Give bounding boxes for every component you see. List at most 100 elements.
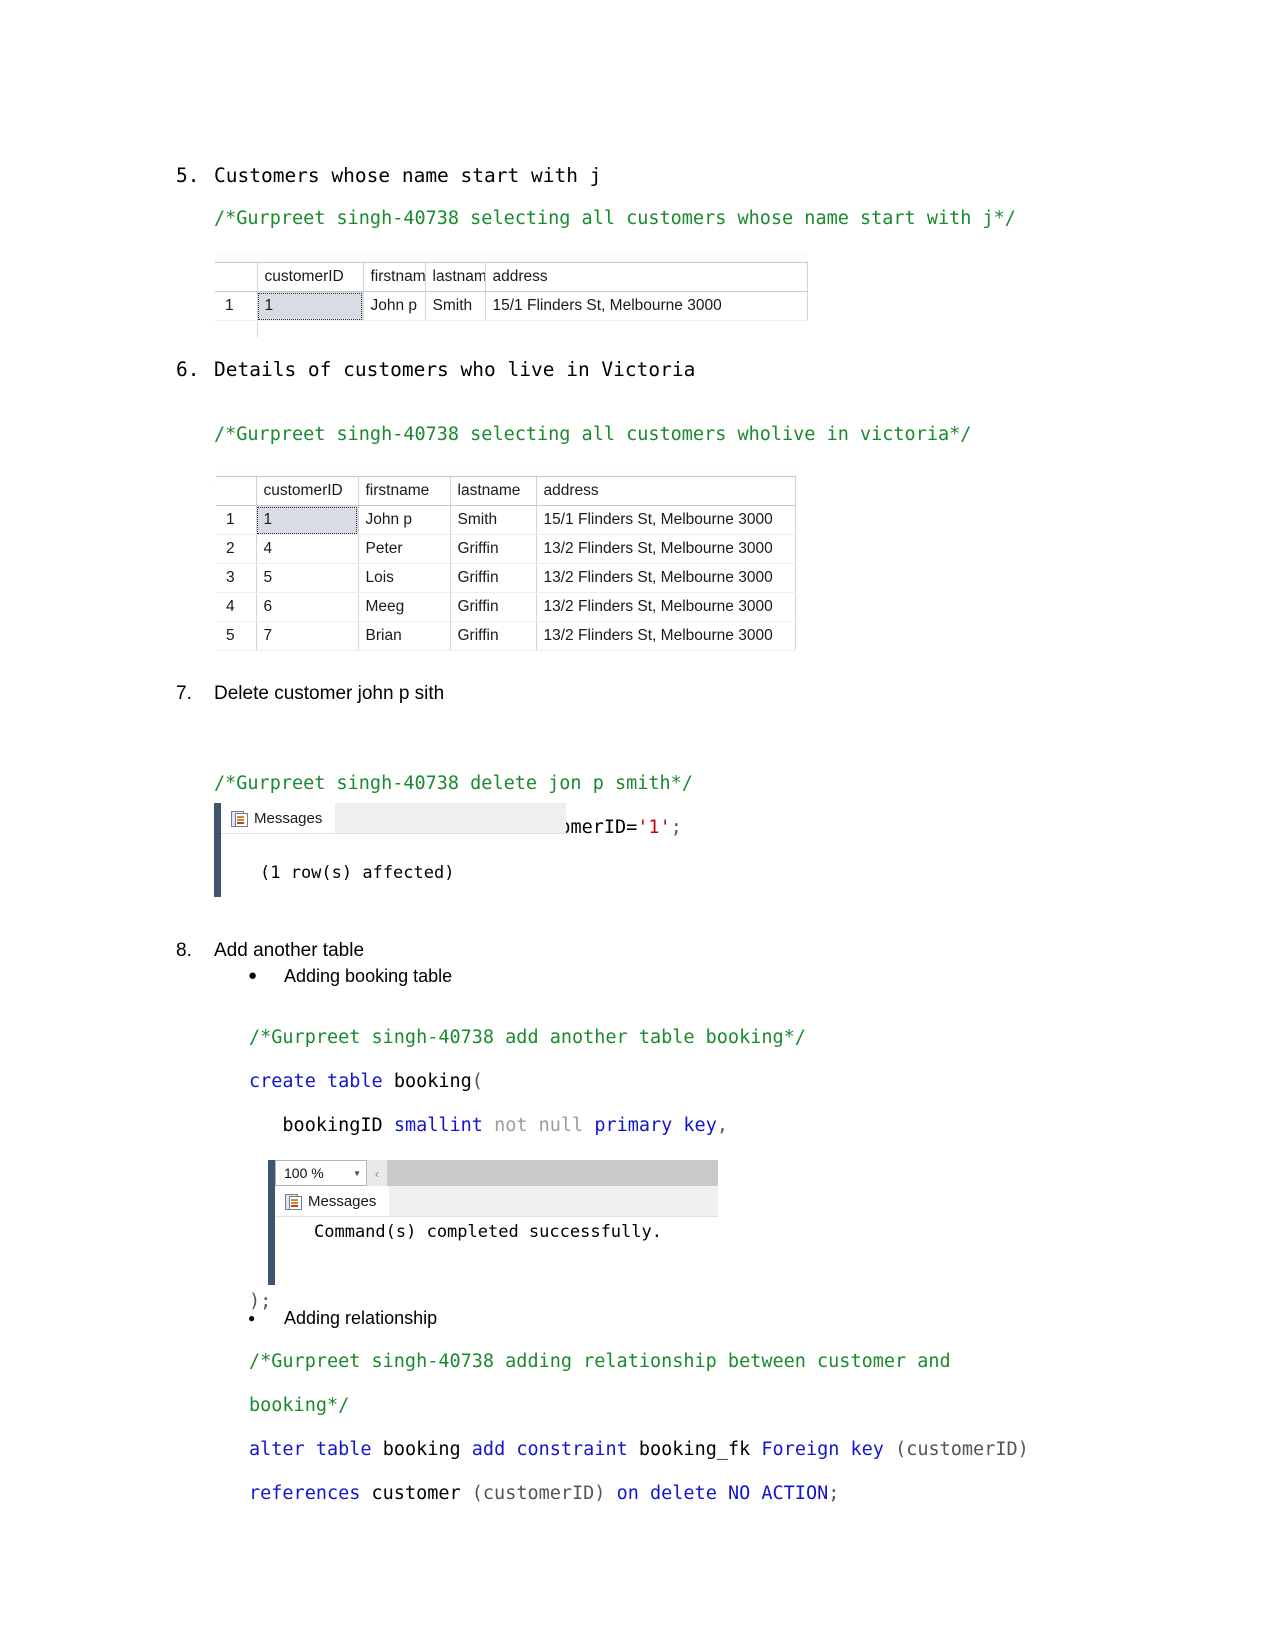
sql-kw-table-q9: table	[315, 1439, 372, 1460]
bullet-dot-icon: ●	[248, 1311, 256, 1325]
bullet-dot-icon: ●	[248, 967, 258, 984]
sql-comment-q9-line2: booking*/	[249, 1395, 350, 1416]
list-item-7-title: Delete customer john p sith	[214, 683, 445, 704]
cell-lastname[interactable]: Smith	[425, 291, 486, 321]
chevron-left-icon[interactable]: ‹	[367, 1160, 387, 1186]
sql-fk-name-q9: booking_fk	[638, 1439, 751, 1460]
cell-lastname[interactable]: Griffin	[450, 534, 537, 564]
table-row[interactable]: 1 1 John p Smith 15/1 Flinders St, Melbo…	[216, 505, 796, 535]
tab-messages-label: Messages	[308, 1192, 377, 1210]
cell-firstname[interactable]: John p	[363, 291, 426, 321]
sql-ref-table-q9: customer	[371, 1483, 461, 1504]
cell-customerid[interactable]: 1	[257, 291, 364, 321]
zoom-level-select[interactable]: 100 % ▼	[275, 1160, 367, 1186]
grid-scroll-strip-q5[interactable]	[215, 252, 808, 263]
column-header-customerid[interactable]: customerID	[256, 477, 359, 506]
sql-semicolon-q7: ;	[670, 817, 682, 838]
cell-firstname[interactable]: Brian	[358, 621, 451, 651]
cell-firstname[interactable]: Lois	[358, 563, 451, 593]
cell-customerid[interactable]: 6	[256, 592, 359, 622]
sql-col1-type: smallint	[393, 1115, 483, 1136]
result-table-q5: customerID firstname lastname address 1 …	[215, 263, 808, 321]
list-item-7: 7. Delete customer john p sith	[176, 681, 444, 707]
row-number: 3	[216, 563, 257, 593]
sql-kw-action-q9: ACTION	[761, 1483, 829, 1504]
sql-col1-notnull: not null	[494, 1115, 584, 1136]
sql-tablename-q8: booking	[393, 1071, 472, 1092]
result-grid-q5: customerID firstname lastname address 1 …	[215, 252, 808, 337]
sql-col1-primarykey: primary key	[594, 1115, 717, 1136]
cell-lastname[interactable]: Smith	[450, 505, 537, 535]
cell-firstname[interactable]: Peter	[358, 534, 451, 564]
row-header-blank	[216, 477, 257, 506]
column-header-firstname[interactable]: firstname	[363, 263, 426, 292]
sql-fk-cols-q9: (customerID)	[895, 1439, 1029, 1460]
cell-address[interactable]: 13/2 Flinders St, Melbourne 3000	[536, 592, 796, 622]
row-number: 1	[216, 505, 257, 535]
table-row[interactable]: 4 6 Meeg Griffin 13/2 Flinders St, Melbo…	[216, 592, 796, 622]
sql-col1-name: bookingID	[282, 1115, 383, 1136]
sql-tablename-q9: booking	[382, 1439, 461, 1460]
sql-col1-comma: ,	[716, 1115, 728, 1136]
table-row[interactable]: 3 5 Lois Griffin 13/2 Flinders St, Melbo…	[216, 563, 796, 593]
column-header-address[interactable]: address	[485, 263, 808, 292]
messages-icon	[285, 1193, 302, 1210]
cell-address[interactable]: 15/1 Flinders St, Melbourne 3000	[536, 505, 796, 535]
sql-semicolon-q9: ;	[828, 1483, 840, 1504]
cell-lastname[interactable]: Griffin	[450, 563, 537, 593]
cell-customerid[interactable]: 7	[256, 621, 359, 651]
cell-address[interactable]: 13/2 Flinders St, Melbourne 3000	[536, 621, 796, 651]
sql-kw-table-q8: table	[326, 1071, 383, 1092]
cell-lastname[interactable]: Griffin	[450, 592, 537, 622]
cell-customerid[interactable]: 5	[256, 563, 359, 593]
column-header-customerid[interactable]: customerID	[257, 263, 364, 292]
cell-customerid[interactable]: 4	[256, 534, 359, 564]
messages-panel-create: 100 % ▼ ‹ Messages Command(s) completed …	[268, 1160, 718, 1285]
column-header-lastname[interactable]: lastname	[450, 477, 537, 506]
cell-firstname[interactable]: John p	[358, 505, 451, 535]
cell-address[interactable]: 13/2 Flinders St, Melbourne 3000	[536, 563, 796, 593]
sql-comment-q8: /*Gurpreet singh-40738 add another table…	[249, 1027, 806, 1048]
chevron-down-icon[interactable]: ▼	[353, 1169, 361, 1178]
zoom-toolbar: 100 % ▼ ‹	[275, 1160, 718, 1186]
cell-lastname[interactable]: Griffin	[450, 621, 537, 651]
table-row[interactable]: 2 4 Peter Griffin 13/2 Flinders St, Melb…	[216, 534, 796, 564]
bullet-label: Adding booking table	[284, 966, 453, 986]
column-header-lastname[interactable]: lastname	[425, 263, 486, 292]
horizontal-scrollbar[interactable]	[387, 1160, 718, 1186]
grid-empty-row-q5	[215, 321, 258, 337]
messages-output-create: Command(s) completed successfully.	[314, 1222, 662, 1242]
table-header-row: customerID firstname lastname address	[216, 477, 796, 506]
cell-firstname[interactable]: Meeg	[358, 592, 451, 622]
bullet-adding-relationship: ● Adding relationship	[248, 1306, 437, 1330]
sql-kw-alter-q9: alter	[249, 1439, 305, 1460]
list-item-6-title: Details of customers who live in Victori…	[214, 358, 696, 381]
sql-kw-delete-q9: delete	[650, 1483, 717, 1504]
sql-comment-q9-line1: /*Gurpreet singh-40738 adding relationsh…	[249, 1351, 951, 1372]
tab-messages[interactable]: Messages	[275, 1186, 390, 1216]
messages-icon	[231, 810, 248, 827]
cell-customerid[interactable]: 1	[256, 505, 359, 535]
messages-output-delete: (1 row(s) affected)	[260, 863, 455, 883]
result-table-q6: customerID firstname lastname address 1 …	[216, 477, 796, 651]
sql-kw-key-q9: key	[850, 1439, 884, 1460]
tab-messages[interactable]: Messages	[221, 803, 336, 833]
panel-accent-bar	[268, 1160, 275, 1285]
column-header-firstname[interactable]: firstname	[358, 477, 451, 506]
table-row[interactable]: 1 1 John p Smith 15/1 Flinders St, Melbo…	[215, 291, 808, 321]
cell-address[interactable]: 15/1 Flinders St, Melbourne 3000	[485, 291, 808, 321]
sql-kw-create-q8: create	[249, 1071, 316, 1092]
messages-tabstrip-create: Messages	[275, 1186, 718, 1217]
cell-address[interactable]: 13/2 Flinders St, Melbourne 3000	[536, 534, 796, 564]
sql-comment-q6: /*Gurpreet singh-40738 selecting all cus…	[214, 424, 972, 445]
column-header-address[interactable]: address	[536, 477, 796, 506]
result-grid-q6: customerID firstname lastname address 1 …	[216, 466, 796, 651]
row-number: 5	[216, 621, 257, 651]
list-item-8-number: 8.	[176, 940, 192, 961]
sql-kw-references-q9: references	[249, 1483, 361, 1504]
tab-messages-label: Messages	[254, 809, 323, 827]
zoom-level-value: 100 %	[284, 1165, 324, 1181]
table-row[interactable]: 5 7 Brian Griffin 13/2 Flinders St, Melb…	[216, 621, 796, 651]
grid-scroll-strip-q6[interactable]	[216, 466, 796, 477]
list-item-8-title: Add another table	[214, 940, 365, 961]
